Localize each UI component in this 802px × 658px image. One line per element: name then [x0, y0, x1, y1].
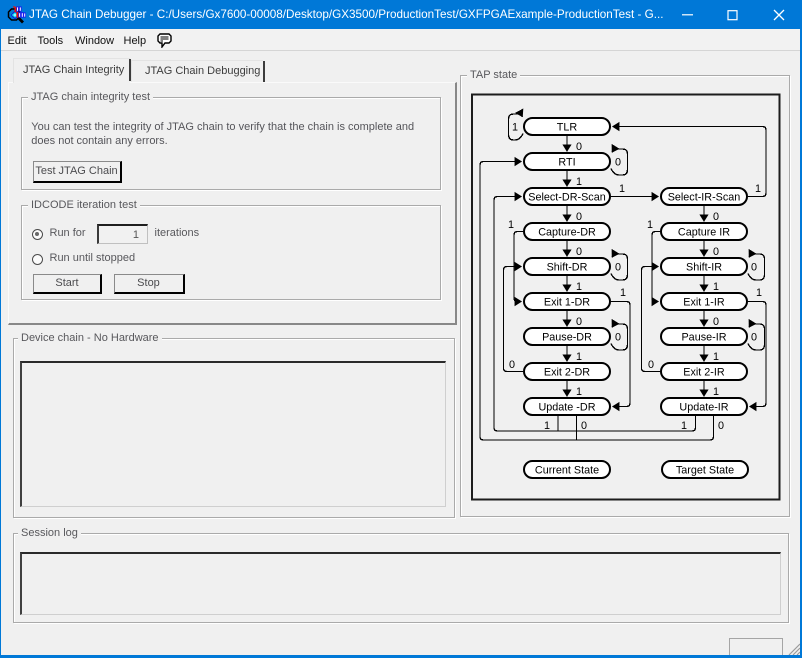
svg-text:Shift-IR: Shift-IR	[686, 262, 722, 274]
svg-text:1: 1	[713, 386, 719, 398]
svg-text:0: 0	[615, 332, 621, 344]
svg-text:RTI: RTI	[558, 157, 575, 169]
svg-text:1: 1	[713, 351, 719, 363]
svg-text:1: 1	[647, 219, 653, 231]
svg-text:0: 0	[576, 141, 582, 153]
svg-text:Pause-DR: Pause-DR	[542, 332, 592, 344]
svg-text:1: 1	[576, 281, 582, 293]
svg-text:0: 0	[576, 246, 582, 258]
svg-text:1: 1	[713, 281, 719, 293]
svg-text:0: 0	[713, 211, 719, 223]
svg-text:1: 1	[619, 183, 625, 195]
svg-text:0: 0	[576, 316, 582, 328]
svg-text:1: 1	[512, 122, 518, 134]
svg-text:Exit 1-IR: Exit 1-IR	[683, 297, 725, 309]
svg-text:0: 0	[713, 316, 719, 328]
svg-text:Select-IR-Scan: Select-IR-Scan	[668, 192, 741, 204]
svg-text:0: 0	[615, 262, 621, 274]
svg-text:Update -DR: Update -DR	[538, 402, 595, 414]
svg-text:Target State: Target State	[676, 465, 734, 477]
svg-text:1: 1	[508, 219, 514, 231]
svg-text:Shift-DR: Shift-DR	[547, 262, 588, 274]
svg-text:Exit 2-IR: Exit 2-IR	[683, 367, 725, 379]
svg-text:1: 1	[755, 183, 761, 195]
svg-text:0: 0	[576, 211, 582, 223]
svg-text:1: 1	[576, 176, 582, 188]
svg-text:1: 1	[756, 287, 762, 299]
svg-text:Exit 1-DR: Exit 1-DR	[544, 297, 590, 309]
svg-text:0: 0	[648, 359, 654, 371]
svg-text:0: 0	[713, 246, 719, 258]
svg-text:Capture-DR: Capture-DR	[538, 227, 596, 239]
svg-text:Current State: Current State	[535, 465, 599, 477]
svg-text:0: 0	[751, 332, 757, 344]
svg-text:0: 0	[718, 420, 724, 432]
svg-text:Capture IR: Capture IR	[678, 227, 730, 239]
svg-text:1: 1	[681, 420, 687, 432]
svg-text:Exit 2-DR: Exit 2-DR	[544, 367, 590, 379]
svg-text:0: 0	[509, 359, 515, 371]
svg-text:Pause-IR: Pause-IR	[681, 332, 726, 344]
svg-text:Select-DR-Scan: Select-DR-Scan	[528, 192, 605, 204]
svg-text:1: 1	[544, 420, 550, 432]
svg-text:0: 0	[751, 262, 757, 274]
svg-text:1: 1	[620, 287, 626, 299]
svg-text:1: 1	[576, 351, 582, 363]
svg-text:1: 1	[576, 386, 582, 398]
svg-text:Update-IR: Update-IR	[679, 402, 728, 414]
svg-text:0: 0	[581, 420, 587, 432]
svg-text:TLR: TLR	[557, 122, 578, 134]
svg-text:0: 0	[615, 157, 621, 169]
